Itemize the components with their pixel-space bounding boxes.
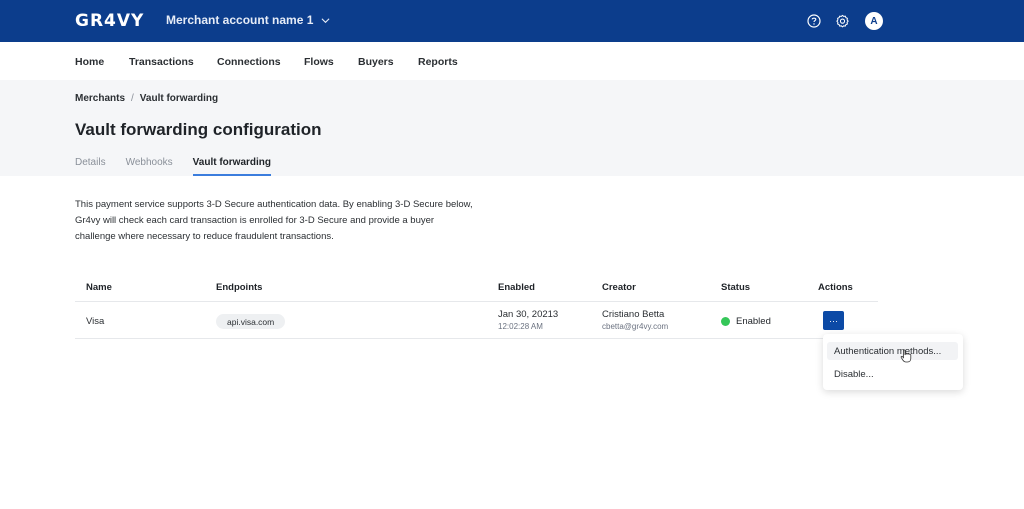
user-avatar[interactable]: A: [865, 12, 883, 30]
column-header-enabled: Enabled: [498, 282, 535, 293]
hand-pointer-cursor-icon: [900, 349, 912, 363]
menu-item-authentication-methods[interactable]: Authentication methods...: [827, 342, 958, 360]
nav-transactions[interactable]: Transactions: [129, 56, 194, 68]
row-name: Visa: [86, 316, 105, 327]
column-header-endpoints: Endpoints: [216, 282, 263, 293]
gr4vy-logo[interactable]: GR4VY: [75, 11, 144, 31]
merchant-switcher[interactable]: Merchant account name 1: [166, 13, 330, 27]
enabled-time: 12:02:28 AM: [498, 322, 543, 331]
page-header: Merchants / Vault forwarding Vault forwa…: [0, 80, 1024, 176]
row-enabled: Jan 30, 20213 12:02:28 AM: [498, 309, 558, 331]
breadcrumb: Merchants / Vault forwarding: [75, 93, 218, 104]
row-actions-button[interactable]: ···: [823, 311, 844, 330]
tab-webhooks[interactable]: Webhooks: [126, 157, 173, 176]
nav-home[interactable]: Home: [75, 56, 104, 68]
settings-button[interactable]: [834, 13, 850, 29]
breadcrumb-separator: /: [131, 93, 134, 104]
merchant-name: Merchant account name 1: [166, 13, 314, 27]
menu-item-disable[interactable]: Disable...: [827, 365, 958, 383]
breadcrumb-current: Vault forwarding: [139, 93, 219, 104]
tab-bar: Details Webhooks Vault forwarding: [75, 157, 291, 176]
nav-buyers[interactable]: Buyers: [358, 56, 394, 68]
page-title: Vault forwarding configuration: [75, 120, 322, 139]
nav-reports[interactable]: Reports: [418, 56, 458, 68]
description-text: This payment service supports 3-D Secure…: [75, 199, 473, 242]
column-header-actions: Actions: [818, 282, 853, 293]
enabled-date: Jan 30, 20213: [498, 309, 559, 320]
nav-connections[interactable]: Connections: [217, 56, 281, 68]
help-icon: [807, 14, 821, 28]
status-text: Enabled: [736, 316, 771, 327]
column-header-name: Name: [86, 282, 112, 293]
row-divider: [75, 338, 878, 339]
actions-dropdown-menu: Authentication methods... Disable...: [823, 334, 963, 390]
chevron-down-icon: [321, 17, 330, 23]
tab-details[interactable]: Details: [75, 157, 106, 176]
status-badge: Enabled: [721, 316, 771, 327]
gear-icon: [835, 14, 849, 28]
main-nav: Home Transactions Connections Flows Buye…: [0, 42, 1024, 80]
column-header-creator: Creator: [602, 282, 636, 293]
tab-vault-forwarding[interactable]: Vault forwarding: [192, 157, 271, 176]
breadcrumb-merchants[interactable]: Merchants: [75, 93, 125, 104]
nav-flows[interactable]: Flows: [304, 56, 334, 68]
endpoint-chip: api.visa.com: [216, 314, 286, 329]
help-button[interactable]: [806, 13, 822, 29]
header-divider: [75, 301, 878, 302]
row-creator: Cristiano Betta cbetta@gr4vy.com: [602, 309, 668, 331]
top-bar: GR4VY Merchant account name 1 A: [0, 0, 1024, 42]
creator-email: cbetta@gr4vy.com: [602, 322, 669, 331]
creator-name: Cristiano Betta: [602, 309, 665, 320]
column-header-status: Status: [721, 282, 751, 293]
status-dot-icon: [721, 317, 730, 326]
